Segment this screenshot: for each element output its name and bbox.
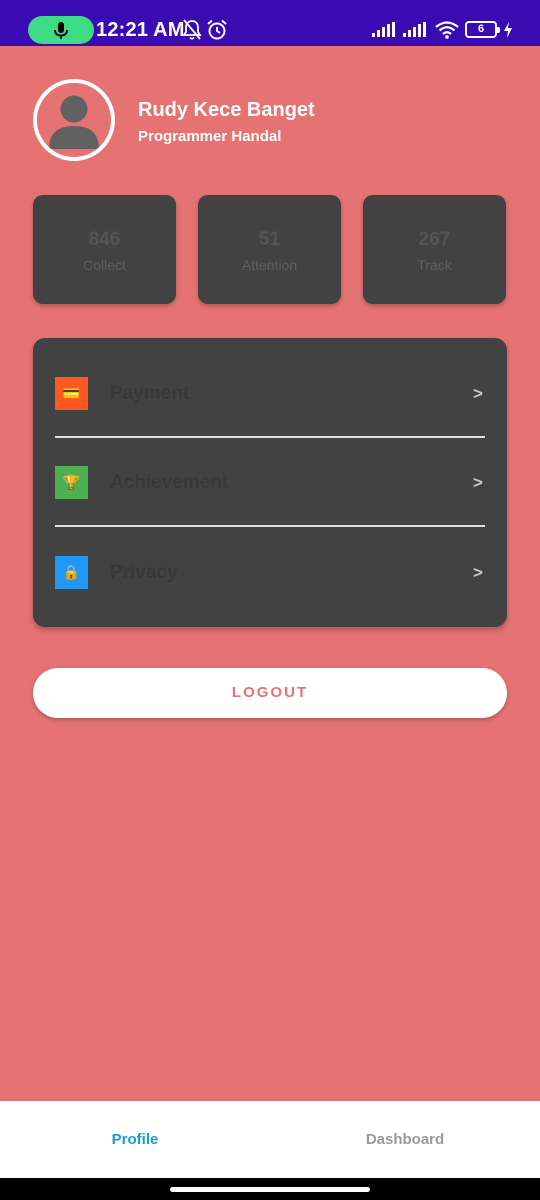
trophy-icon: 🏆 bbox=[55, 466, 88, 499]
menu-item-label: Payment bbox=[110, 383, 190, 404]
status-bar: 12:21 AM 6 bbox=[0, 0, 540, 46]
profile-name: Rudy Kece Banget bbox=[138, 99, 315, 121]
stat-value: 267 bbox=[418, 229, 451, 250]
chevron-right-icon: > bbox=[473, 563, 483, 582]
menu-item-privacy[interactable]: 🔒 Privacy > bbox=[33, 546, 507, 606]
charging-icon bbox=[504, 22, 512, 38]
battery-icon: 6 bbox=[465, 21, 500, 38]
status-time: 12:21 AM bbox=[96, 19, 185, 41]
stat-card-track[interactable]: 267 Track bbox=[363, 195, 506, 304]
user-icon bbox=[49, 95, 99, 149]
system-nav-bar bbox=[0, 1178, 540, 1200]
bell-off-icon bbox=[182, 19, 202, 40]
menu-item-label: Privacy bbox=[110, 562, 178, 583]
stat-label: Attention bbox=[241, 257, 298, 273]
tab-dashboard[interactable]: Dashboard bbox=[270, 1131, 540, 1148]
chevron-right-icon: > bbox=[473, 384, 483, 403]
stat-label: Collect bbox=[83, 257, 126, 273]
alarm-icon bbox=[207, 19, 227, 40]
mic-icon bbox=[54, 22, 68, 39]
logout-button[interactable]: LOGOUT bbox=[33, 668, 507, 718]
settings-menu: 💳 Payment > 🏆 Achievement > 🔒 Privacy > bbox=[33, 338, 507, 627]
profile-role: Programmer Handal bbox=[138, 128, 282, 145]
stat-value: 846 bbox=[88, 229, 121, 250]
lock-icon: 🔒 bbox=[55, 556, 88, 589]
signal-icon bbox=[403, 22, 426, 37]
bottom-navigation: Profile Dashboard bbox=[0, 1101, 540, 1178]
divider bbox=[55, 525, 485, 527]
stat-card-collect[interactable]: 846 Collect bbox=[33, 195, 176, 304]
profile-screen: Rudy Kece Banget Programmer Handal 846 C… bbox=[0, 46, 540, 1101]
signal-icon bbox=[372, 22, 395, 37]
stat-value: 51 bbox=[258, 229, 281, 250]
wifi-icon bbox=[435, 21, 459, 39]
menu-item-payment[interactable]: 💳 Payment > bbox=[33, 367, 507, 427]
home-indicator[interactable] bbox=[170, 1187, 370, 1192]
divider bbox=[55, 436, 485, 438]
mic-indicator[interactable] bbox=[28, 16, 94, 44]
menu-item-label: Achievement bbox=[110, 472, 229, 493]
tab-profile[interactable]: Profile bbox=[0, 1131, 270, 1148]
avatar[interactable] bbox=[33, 79, 115, 161]
chevron-right-icon: > bbox=[473, 473, 483, 492]
stat-label: Track bbox=[417, 257, 452, 273]
stat-card-attention[interactable]: 51 Attention bbox=[198, 195, 341, 304]
battery-level: 6 bbox=[477, 23, 485, 35]
menu-item-achievement[interactable]: 🏆 Achievement > bbox=[33, 456, 507, 516]
credit-card-icon: 💳 bbox=[55, 377, 88, 410]
